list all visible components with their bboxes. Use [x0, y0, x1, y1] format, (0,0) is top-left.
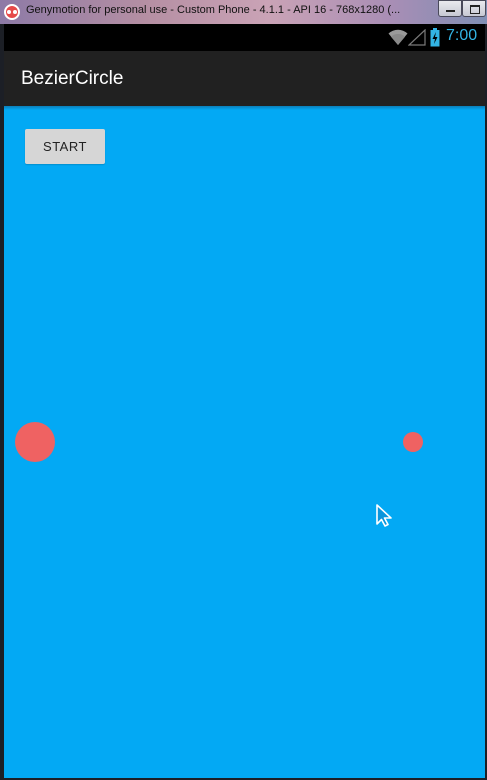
status-clock: 7:00: [446, 27, 478, 44]
status-bar: 7:00: [4, 24, 485, 51]
window-title-bar[interactable]: Genymotion for personal use - Custom Pho…: [0, 0, 487, 24]
window-title: Genymotion for personal use - Custom Pho…: [26, 4, 401, 16]
signal-icon: [408, 29, 426, 46]
small-circle: [403, 432, 423, 452]
window-frame: 7:00 BezierCircle START: [0, 24, 487, 780]
maximize-button[interactable]: [462, 0, 486, 17]
minimize-button[interactable]: [438, 0, 462, 17]
genymotion-icon: [4, 4, 20, 20]
wifi-icon: [388, 29, 408, 45]
battery-icon: [430, 28, 440, 47]
mouse-cursor-icon: [376, 504, 392, 527]
action-bar: BezierCircle: [4, 51, 485, 106]
start-button[interactable]: START: [25, 129, 105, 164]
main-content: START: [4, 106, 485, 778]
app-title: BezierCircle: [21, 68, 124, 89]
phone-screen: 7:00 BezierCircle START: [4, 24, 485, 778]
large-circle: [15, 422, 55, 462]
